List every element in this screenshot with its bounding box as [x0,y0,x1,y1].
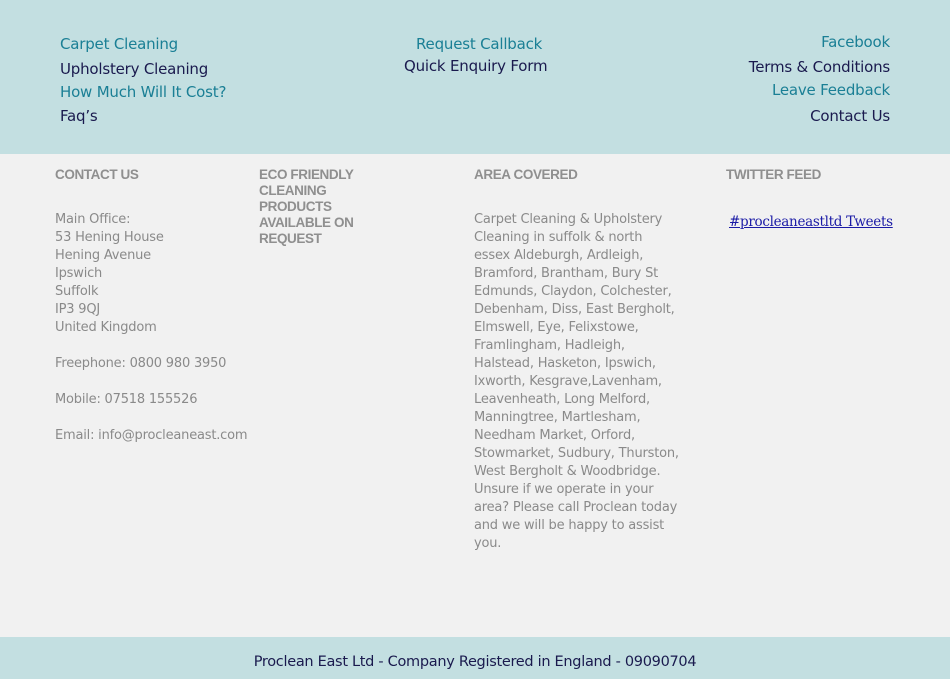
area-line: Needham Market, Orford, [474,428,635,443]
address-line: United Kingdom [55,320,157,335]
nav-link-quick-enquiry[interactable]: Quick Enquiry Form [404,57,548,75]
nav-link-how-much[interactable]: How Much Will It Cost? [60,83,226,101]
area-line: Elmswell, Eye, Felixstowe, [474,320,639,335]
nav-link-upholstery-cleaning[interactable]: Upholstery Cleaning [60,60,208,78]
area-line: and we will be happy to assist [474,518,665,533]
address-line: 53 Hening House [55,230,164,245]
eco-heading-line: ECO FRIENDLY [259,167,354,182]
nav-link-leave-feedback[interactable]: Leave Feedback [772,81,890,99]
email-text: Email: info@procleaneast.com [55,428,248,443]
area-line: Debenham, Diss, East Bergholt, [474,302,675,317]
nav-link-request-callback[interactable]: Request Callback [416,35,542,53]
nav-link-contact-us[interactable]: Contact Us [810,107,890,125]
area-line: Leavenheath, Long Melford, [474,392,650,407]
area-covered-text: Carpet Cleaning & Upholstery Cleaning in … [474,211,679,553]
eco-heading-line: AVAILABLE ON [259,215,354,230]
freephone-text: Freephone: 0800 980 3950 [55,356,227,371]
area-line: West Bergholt & Woodbridge. [474,464,661,479]
area-line: Framlingham, Hadleigh, [474,338,625,353]
area-line: Bramford, Brantham, Bury St [474,266,659,281]
twitter-feed-link[interactable]: #procleaneastltd Tweets [729,214,893,230]
address-line: Hening Avenue [55,248,151,263]
eco-heading: ECO FRIENDLY CLEANING PRODUCTS AVAILABLE… [259,167,354,247]
area-line: you. [474,536,502,551]
area-line: area? Please call Proclean today [474,500,678,515]
area-line: Cleaning in suffolk & north [474,230,643,245]
eco-heading-line: REQUEST [259,231,322,246]
address-line: Suffolk [55,284,99,299]
area-line: Unsure if we operate in your [474,482,654,497]
area-line: essex Aldeburgh, Ardleigh, [474,248,644,263]
twitter-heading: TWITTER FEED [726,167,821,182]
contact-details: Main Office: 53 Hening House Hening Aven… [55,211,248,445]
contact-heading: CONTACT US [55,167,139,182]
area-line: Ixworth, Kesgrave,Lavenham, [474,374,662,389]
area-line: Stowmarket, Sudbury, Thurston, [474,446,679,461]
address-line: Main Office: [55,212,131,227]
address-line: Ipswich [55,266,103,281]
footer-company-text: Proclean East Ltd - Company Registered i… [253,654,697,670]
area-line: Manningtree, Martlesham, [474,410,641,425]
area-heading: AREA COVERED [474,167,578,182]
mobile-text: Mobile: 07518 155526 [55,392,198,407]
nav-link-faqs[interactable]: Faq’s [60,107,98,125]
eco-heading-line: CLEANING [259,183,327,198]
eco-heading-line: PRODUCTS [259,199,332,214]
area-line: Carpet Cleaning & Upholstery [474,212,663,227]
area-line: Halstead, Hasketon, Ipswich, [474,356,656,371]
area-line: Edmunds, Claydon, Colchester, [474,284,672,299]
nav-link-carpet-cleaning[interactable]: Carpet Cleaning [60,35,178,53]
address-line: IP3 9QJ [55,302,101,317]
nav-link-terms[interactable]: Terms & Conditions [749,58,890,76]
nav-link-facebook[interactable]: Facebook [821,33,890,51]
